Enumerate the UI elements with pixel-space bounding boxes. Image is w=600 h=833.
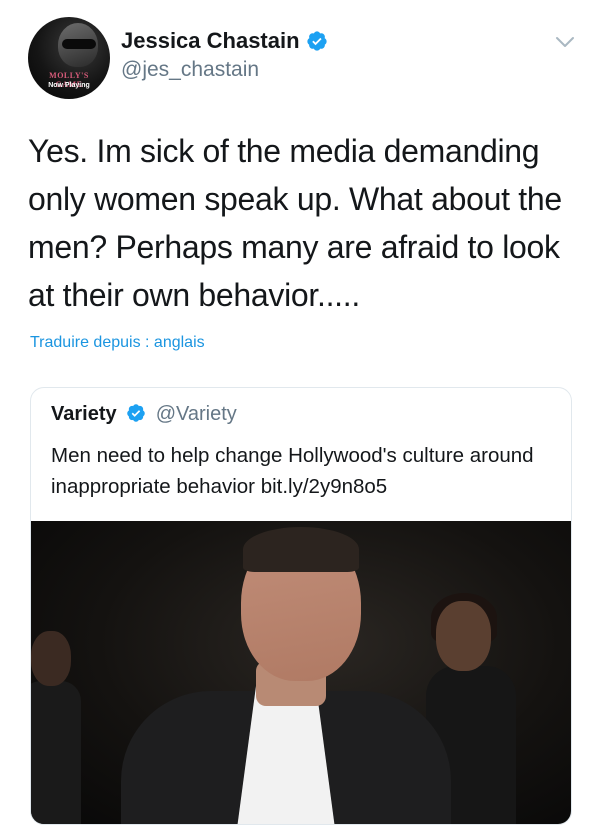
quoted-tweet-header: Variety @Variety	[51, 403, 237, 426]
photo-background-person-left	[31, 681, 81, 824]
photo-main-person-hair	[243, 527, 359, 572]
avatar-poster-caption: Now Playing	[48, 82, 90, 89]
quoted-tweet-text: Men need to help change Hollywood's cult…	[51, 444, 534, 498]
tweet-text: Yes. Im sick of the media demanding only…	[28, 133, 562, 313]
user-name[interactable]: Jessica Chastain	[121, 28, 328, 54]
user-name-text[interactable]: Jessica Chastain	[121, 28, 300, 53]
quoted-tweet-photo[interactable]	[31, 521, 571, 824]
avatar-sunglasses	[62, 39, 96, 49]
user-handle[interactable]: @jes_chastain	[121, 58, 259, 82]
chevron-down-icon[interactable]	[553, 33, 577, 51]
translate-link[interactable]: Traduire depuis : anglais	[30, 334, 205, 352]
photo-background-person-left-head	[31, 631, 71, 686]
verified-badge-icon	[127, 404, 145, 422]
tweet-card: MOLLY'S GAME Now Playing Jessica Chastai…	[0, 0, 600, 833]
verified-badge-icon	[306, 31, 327, 51]
quoted-user-name: Variety	[51, 403, 117, 425]
avatar[interactable]: MOLLY'S GAME Now Playing	[28, 17, 110, 99]
quoted-tweet[interactable]: Variety @Variety Men need to help change…	[30, 387, 572, 825]
quoted-user-handle: @Variety	[155, 403, 237, 425]
photo-background-person-right-head	[436, 601, 491, 671]
